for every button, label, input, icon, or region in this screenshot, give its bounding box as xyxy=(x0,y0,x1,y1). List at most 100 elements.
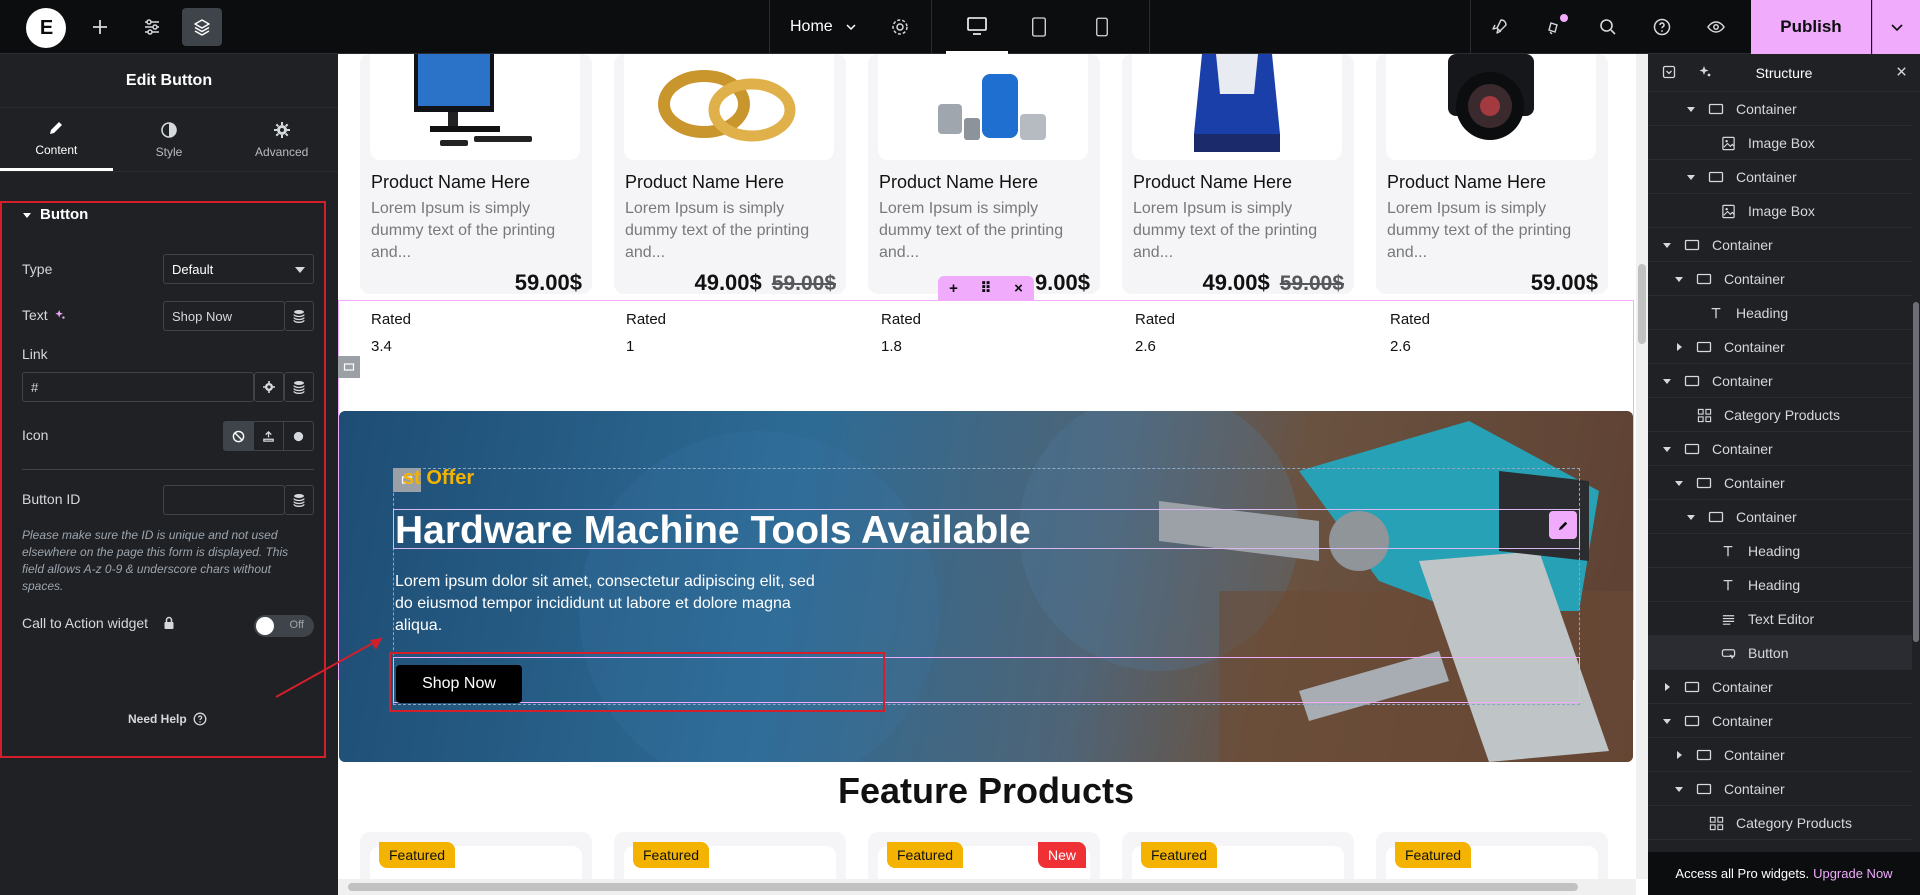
link-options-gear-icon[interactable] xyxy=(254,372,284,402)
structure-node[interactable]: Container xyxy=(1648,500,1912,534)
caret-down-icon[interactable] xyxy=(1662,444,1672,454)
structure-node[interactable]: Text Editor xyxy=(1648,602,1912,636)
caret-down-icon[interactable] xyxy=(1674,274,1684,284)
tab-advanced[interactable]: Advanced xyxy=(225,108,338,171)
structure-node[interactable]: Container xyxy=(1648,364,1912,398)
delete-icon[interactable]: × xyxy=(1014,280,1023,297)
container-icon xyxy=(1684,374,1700,388)
structure-node[interactable]: Container xyxy=(1648,704,1912,738)
hero-banner[interactable]: st Offer Hardware Machine Tools Availabl… xyxy=(339,411,1633,762)
editor-canvas: Product Name Here Lorem Ipsum is simply … xyxy=(338,54,1648,895)
structure-node[interactable]: Container xyxy=(1648,228,1912,262)
edit-pencil-icon[interactable] xyxy=(1549,511,1577,539)
chevron-down-icon xyxy=(846,24,856,31)
structure-node-label: Container xyxy=(1712,713,1773,729)
add-element-icon[interactable] xyxy=(84,0,116,54)
upgrade-link[interactable]: Upgrade Now xyxy=(1813,866,1893,881)
structure-node[interactable]: Container xyxy=(1648,432,1912,466)
button-id-input[interactable] xyxy=(163,485,285,515)
caret-down-icon[interactable] xyxy=(1662,240,1672,250)
rocket-icon[interactable] xyxy=(1483,0,1515,54)
tab-content[interactable]: Content xyxy=(0,108,113,171)
button-icon xyxy=(1720,646,1736,660)
link-input[interactable]: # xyxy=(22,372,254,402)
tab-style[interactable]: Style xyxy=(113,108,226,171)
structure-node[interactable]: Container xyxy=(1648,738,1912,772)
mobile-view-icon[interactable] xyxy=(1071,0,1133,54)
structure-node[interactable]: Image Box xyxy=(1648,126,1912,160)
caret-right-icon[interactable] xyxy=(1674,750,1684,760)
search-icon[interactable] xyxy=(1592,0,1624,54)
canvas-horizontal-scrollbar[interactable] xyxy=(338,879,1636,895)
canvas-vertical-scrollbar[interactable] xyxy=(1636,54,1648,879)
tablet-view-icon[interactable] xyxy=(1008,0,1070,54)
product-card[interactable]: Product Name Here Lorem Ipsum is simply … xyxy=(1376,54,1608,295)
structure-node[interactable]: Container xyxy=(1648,262,1912,296)
structure-node[interactable]: Container xyxy=(1648,670,1912,704)
drag-handle-icon[interactable]: ⠿ xyxy=(980,279,992,297)
need-help-link[interactable]: Need Help xyxy=(128,712,207,726)
structure-node[interactable]: Heading xyxy=(1648,296,1912,330)
site-settings-icon[interactable] xyxy=(136,0,168,54)
caret-down-icon[interactable] xyxy=(1674,784,1684,794)
add-icon[interactable]: + xyxy=(949,280,958,297)
caret-down-icon[interactable] xyxy=(1686,104,1696,114)
structure-node[interactable]: Image Box xyxy=(1648,194,1912,228)
dynamic-tags-icon[interactable] xyxy=(284,301,314,331)
caret-down-icon[interactable] xyxy=(1662,376,1672,386)
section-title: Button xyxy=(40,206,89,223)
structure-node[interactable]: Button xyxy=(1648,636,1912,670)
product-card[interactable]: Product Name Here Lorem Ipsum is simply … xyxy=(1122,54,1354,295)
section-button-toggle[interactable]: Button xyxy=(22,206,88,223)
ai-sparkle-icon[interactable] xyxy=(54,309,66,321)
product-image xyxy=(624,54,834,160)
button-id-dynamic-tags-icon[interactable] xyxy=(284,485,314,515)
ai-sparkle-icon[interactable] xyxy=(1698,65,1712,82)
structure-node[interactable]: Heading xyxy=(1648,534,1912,568)
close-icon[interactable] xyxy=(1895,65,1908,81)
elementor-logo[interactable]: E xyxy=(26,8,66,48)
lock-icon xyxy=(164,616,174,629)
product-card[interactable]: Product Name Here Lorem Ipsum is simply … xyxy=(614,54,846,295)
caret-down-icon[interactable] xyxy=(1686,172,1696,182)
collapse-icon[interactable] xyxy=(1662,65,1676,82)
product-card[interactable]: Product Name Here Lorem Ipsum is simply … xyxy=(360,54,592,295)
cta-toggle[interactable]: Off xyxy=(254,615,314,637)
page-settings-gear-icon[interactable] xyxy=(884,0,916,54)
text-input[interactable]: Shop Now xyxy=(163,301,285,331)
structure-node[interactable]: Container xyxy=(1648,92,1912,126)
structure-node[interactable]: Category Products xyxy=(1648,398,1912,432)
structure-layers-icon[interactable] xyxy=(182,8,222,46)
structure-node[interactable]: Container xyxy=(1648,466,1912,500)
publish-options-chevron-icon[interactable] xyxy=(1872,0,1920,54)
rated-label: Rated xyxy=(371,311,412,328)
cta-label: Call to Action widget xyxy=(22,615,149,631)
section-handle-icon[interactable] xyxy=(338,356,360,378)
notifications-icon[interactable] xyxy=(1538,0,1570,54)
caret-right-icon[interactable] xyxy=(1662,682,1672,692)
structure-node[interactable]: Heading xyxy=(1648,568,1912,602)
publish-button[interactable]: Publish xyxy=(1751,0,1871,54)
structure-node[interactable]: Container xyxy=(1648,772,1912,806)
upload-svg-icon[interactable] xyxy=(254,422,284,450)
caret-down-icon[interactable] xyxy=(1662,716,1672,726)
page-selector[interactable]: Home xyxy=(790,0,857,54)
caret-down-icon[interactable] xyxy=(1674,478,1684,488)
caret-right-icon[interactable] xyxy=(1674,342,1684,352)
preview-eye-icon[interactable] xyxy=(1700,0,1732,54)
structure-node[interactable]: Container xyxy=(1648,330,1912,364)
type-select[interactable]: Default xyxy=(163,254,314,284)
structure-scrollbar[interactable] xyxy=(1912,92,1920,852)
price-value: 49.00$ xyxy=(1202,270,1270,295)
structure-node[interactable]: Category Products xyxy=(1648,806,1912,840)
icon-library-icon[interactable] xyxy=(284,422,313,450)
no-icon-icon[interactable] xyxy=(224,422,254,450)
link-dynamic-tags-icon[interactable] xyxy=(284,372,314,402)
help-icon[interactable] xyxy=(1646,0,1678,54)
structure-node[interactable]: Container xyxy=(1648,160,1912,194)
desktop-view-icon[interactable] xyxy=(946,0,1008,54)
product-card[interactable]: Product Name Here Lorem Ipsum is simply … xyxy=(868,54,1100,295)
caret-down-icon[interactable] xyxy=(1686,512,1696,522)
structure-node-label: Container xyxy=(1712,441,1773,457)
structure-node-label: Container xyxy=(1724,747,1785,763)
